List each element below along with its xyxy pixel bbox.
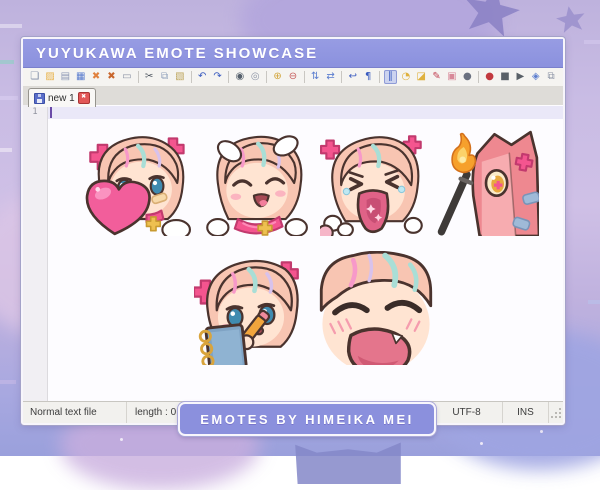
glitch-strip xyxy=(0,148,12,152)
close-all-icon[interactable]: ✖ xyxy=(105,70,118,84)
window-titlebar[interactable]: YUYUKAWA EMOTE SHOWCASE xyxy=(23,39,563,68)
cat-silhouette-decoration xyxy=(288,428,408,484)
sparkle xyxy=(120,438,123,441)
cut-icon[interactable]: ✂ xyxy=(142,70,155,84)
screenshot-root: YUYUKAWA EMOTE SHOWCASE ❏▨▤▦✖✖▭✂⧉▧↶↷◉◎⊕⊖… xyxy=(0,0,600,456)
macro-save-icon[interactable]: ◈ xyxy=(529,70,542,84)
toolbar-separator xyxy=(379,71,380,83)
toolbar-separator xyxy=(191,71,192,83)
glitch-strip xyxy=(584,40,600,44)
line-number: 1 xyxy=(23,107,47,117)
emote-big-sob xyxy=(319,251,433,365)
sync-vertical-icon[interactable]: ⇅ xyxy=(309,70,322,84)
emote-happy-headpat xyxy=(203,130,309,236)
indent-guide-icon[interactable]: ∥ xyxy=(384,70,397,84)
document-map-icon[interactable]: ◪ xyxy=(415,70,428,84)
status-file-type: Normal text file xyxy=(23,402,127,423)
undo-icon[interactable]: ↶ xyxy=(196,70,209,84)
paste-icon[interactable]: ▧ xyxy=(173,70,186,84)
tab-new-1[interactable]: new 1 ✖ xyxy=(28,88,96,107)
redo-icon[interactable]: ↷ xyxy=(211,70,224,84)
toolbar-separator xyxy=(138,71,139,83)
save-all-icon[interactable]: ▦ xyxy=(74,70,87,84)
word-wrap-icon[interactable]: ↩ xyxy=(346,70,359,84)
sparkle xyxy=(540,430,543,433)
show-all-characters-icon[interactable]: ¶ xyxy=(362,70,375,84)
macro-run-icon[interactable]: ⧉ xyxy=(544,70,557,84)
tab-close-icon[interactable]: ✖ xyxy=(78,92,90,104)
toolbar-separator xyxy=(478,71,479,83)
glitch-strip xyxy=(0,24,22,28)
resize-grip[interactable] xyxy=(549,402,563,423)
new-file-icon[interactable]: ❏ xyxy=(28,70,41,84)
close-icon[interactable]: ✖ xyxy=(89,70,102,84)
toolbar-separator xyxy=(266,71,267,83)
star-decoration xyxy=(554,4,588,37)
folder-as-workspace-icon[interactable]: ▣ xyxy=(445,70,458,84)
macro-play-icon[interactable]: ▶ xyxy=(514,70,527,84)
save-icon[interactable]: ▤ xyxy=(59,70,72,84)
current-line-highlight xyxy=(48,106,563,119)
line-number-gutter: 1 xyxy=(23,105,48,402)
macro-stop-icon[interactable]: ■ xyxy=(498,70,511,84)
document-list-icon[interactable]: ✎ xyxy=(430,70,443,84)
macro-record-icon[interactable]: ● xyxy=(483,70,496,84)
zoom-out-icon[interactable]: ⊖ xyxy=(286,70,299,84)
toolbar-separator xyxy=(341,71,342,83)
glitch-strip xyxy=(588,300,600,304)
emote-heart-hug xyxy=(85,130,191,236)
emote-bag-head-torch xyxy=(433,130,539,236)
credit-banner: EMOTES BY HIMEIKA MEI xyxy=(178,402,436,436)
open-file-icon[interactable]: ▨ xyxy=(43,70,56,84)
find-icon[interactable]: ◉ xyxy=(233,70,246,84)
window-title: YUYUKAWA EMOTE SHOWCASE xyxy=(36,45,318,62)
sync-horizontal-icon[interactable]: ⇄ xyxy=(324,70,337,84)
glitch-strip xyxy=(0,96,18,100)
zoom-in-icon[interactable]: ⊕ xyxy=(271,70,284,84)
status-encoding: UTF-8 xyxy=(431,402,503,423)
glitch-strip xyxy=(0,380,16,384)
tab-bar: new 1 ✖ xyxy=(23,87,563,107)
text-caret xyxy=(50,107,52,118)
copy-icon[interactable]: ⧉ xyxy=(158,70,171,84)
emote-wailing-cry xyxy=(320,130,426,236)
toolbar-separator xyxy=(304,71,305,83)
print-icon[interactable]: ▭ xyxy=(120,70,133,84)
unsaved-file-icon xyxy=(34,93,45,104)
tab-label: new 1 xyxy=(48,93,75,104)
credit-banner-text: EMOTES BY HIMEIKA MEI xyxy=(200,412,414,427)
replace-icon[interactable]: ◎ xyxy=(249,70,262,84)
glitch-strip xyxy=(0,60,14,64)
status-insert-mode: INS xyxy=(503,402,549,423)
emote-taking-notes xyxy=(194,251,308,365)
sparkle xyxy=(480,442,483,445)
toolbar-separator xyxy=(228,71,229,83)
function-list-icon[interactable]: ◔ xyxy=(399,70,412,84)
monitoring-icon[interactable]: ● xyxy=(461,70,474,84)
toolbar: ❏▨▤▦✖✖▭✂⧉▧↶↷◉◎⊕⊖⇅⇄↩¶∥◔◪✎▣●●■▶◈⧉ xyxy=(23,68,563,87)
